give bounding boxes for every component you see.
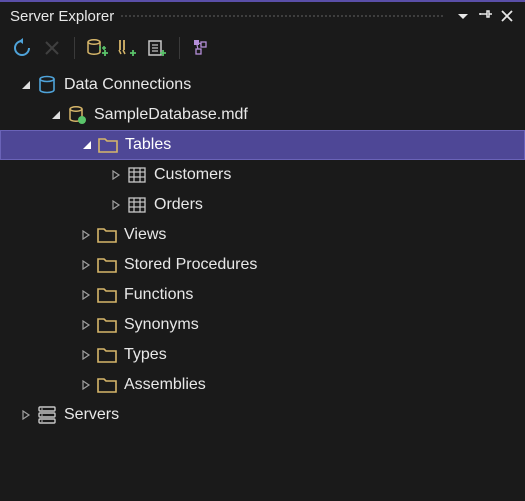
folder-icon	[96, 374, 118, 396]
tree-item-views[interactable]: Views	[0, 220, 525, 250]
tree-item-servers[interactable]: Servers	[0, 400, 525, 430]
tree-item-label: Types	[124, 346, 167, 364]
tree-view[interactable]: Data Connections SampleDatabase.mdf	[0, 66, 525, 434]
pin-icon[interactable]	[475, 6, 495, 26]
tree-item-stored-procedures[interactable]: Stored Procedures	[0, 250, 525, 280]
tree-item-label: Customers	[154, 166, 231, 184]
folder-icon	[96, 224, 118, 246]
folder-icon	[96, 254, 118, 276]
tree-item-orders[interactable]: Orders	[0, 190, 525, 220]
collapse-arrow-icon[interactable]	[108, 197, 124, 213]
collapse-arrow-icon[interactable]	[78, 257, 94, 273]
collapse-arrow-icon[interactable]	[78, 317, 94, 333]
folder-icon	[96, 314, 118, 336]
table-icon	[126, 164, 148, 186]
database-icon	[36, 74, 58, 96]
titlebar-grip[interactable]	[120, 14, 445, 18]
tree-item-assemblies[interactable]: Assemblies	[0, 370, 525, 400]
collapse-arrow-icon[interactable]	[78, 347, 94, 363]
tree-item-types[interactable]: Types	[0, 340, 525, 370]
collapse-arrow-icon[interactable]	[18, 407, 34, 423]
server-icon	[36, 404, 58, 426]
tree-item-functions[interactable]: Functions	[0, 280, 525, 310]
tree-item-label: Tables	[125, 136, 171, 154]
close-icon[interactable]	[497, 6, 517, 26]
toolbar	[0, 30, 525, 66]
tree-item-data-connections[interactable]: Data Connections	[0, 70, 525, 100]
tree-item-label: Assemblies	[124, 376, 206, 394]
toolbar-separator	[74, 37, 75, 59]
database-connected-icon	[66, 104, 88, 126]
titlebar: Server Explorer	[0, 2, 525, 30]
tree-item-tables[interactable]: Tables	[0, 130, 525, 160]
tree-item-customers[interactable]: Customers	[0, 160, 525, 190]
stop-button	[38, 34, 66, 62]
azure-button[interactable]	[143, 34, 171, 62]
services-button[interactable]	[188, 34, 216, 62]
table-icon	[126, 194, 148, 216]
tree-item-label: Functions	[124, 286, 193, 304]
toolbar-separator	[179, 37, 180, 59]
expand-arrow-icon[interactable]	[18, 77, 34, 93]
folder-icon	[96, 344, 118, 366]
refresh-button[interactable]	[8, 34, 36, 62]
folder-icon	[97, 134, 119, 156]
panel-title: Server Explorer	[10, 8, 114, 25]
folder-icon	[96, 284, 118, 306]
collapse-arrow-icon[interactable]	[78, 287, 94, 303]
tree-item-label: Data Connections	[64, 76, 191, 94]
tree-item-sample-database[interactable]: SampleDatabase.mdf	[0, 100, 525, 130]
connect-database-button[interactable]	[83, 34, 111, 62]
tree-item-label: Servers	[64, 406, 119, 424]
tree-item-label: Orders	[154, 196, 203, 214]
tree-item-label: Views	[124, 226, 166, 244]
connect-server-button[interactable]	[113, 34, 141, 62]
expand-arrow-icon[interactable]	[48, 107, 64, 123]
tree-item-synonyms[interactable]: Synonyms	[0, 310, 525, 340]
tree-item-label: Stored Procedures	[124, 256, 257, 274]
collapse-arrow-icon[interactable]	[78, 227, 94, 243]
expand-arrow-icon[interactable]	[79, 137, 95, 153]
window-position-icon[interactable]	[453, 6, 473, 26]
server-explorer-panel: Server Explorer	[0, 0, 525, 501]
collapse-arrow-icon[interactable]	[78, 377, 94, 393]
tree-item-label: Synonyms	[124, 316, 199, 334]
collapse-arrow-icon[interactable]	[108, 167, 124, 183]
tree-item-label: SampleDatabase.mdf	[94, 106, 248, 124]
